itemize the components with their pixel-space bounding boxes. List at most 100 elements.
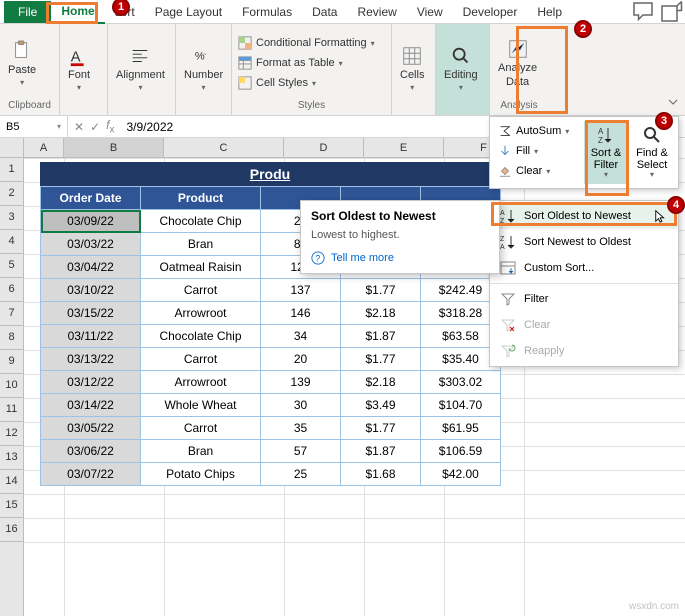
table-cell[interactable]: Carrot	[141, 417, 261, 440]
table-cell[interactable]: Carrot	[141, 279, 261, 302]
row-header-15[interactable]: 15	[0, 494, 23, 518]
share-icon[interactable]	[659, 2, 683, 22]
cells-button[interactable]: Cells▾	[396, 43, 428, 94]
format-as-table-button[interactable]: Format as Table▾	[236, 55, 377, 71]
autosum-button[interactable]: AutoSum ▾	[494, 121, 580, 141]
table-cell[interactable]: 139	[261, 371, 341, 394]
table-cell[interactable]: $1.87	[341, 440, 421, 463]
row-header-9[interactable]: 9	[0, 350, 23, 374]
tell-me-more-link[interactable]: ? Tell me more	[311, 251, 489, 265]
fill-button[interactable]: Fill ▾	[494, 141, 580, 161]
tab-home[interactable]: Home	[51, 0, 104, 24]
ribbon-collapse-icon[interactable]	[667, 96, 679, 111]
row-header-7[interactable]: 7	[0, 302, 23, 326]
tab-file[interactable]: File	[4, 1, 51, 23]
name-box[interactable]: B5▾	[0, 116, 68, 137]
table-cell[interactable]: 25	[261, 463, 341, 486]
table-cell[interactable]: 03/14/22	[41, 394, 141, 417]
table-cell[interactable]: $2.18	[341, 302, 421, 325]
table-cell[interactable]: 30	[261, 394, 341, 417]
table-cell[interactable]: Bran	[141, 440, 261, 463]
table-cell[interactable]: $1.87	[341, 325, 421, 348]
table-cell[interactable]: Chocolate Chip	[141, 325, 261, 348]
table-cell[interactable]: $61.95	[421, 417, 501, 440]
row-header-16[interactable]: 16	[0, 518, 23, 542]
table-cell[interactable]: 57	[261, 440, 341, 463]
table-cell[interactable]: 03/06/22	[41, 440, 141, 463]
table-cell[interactable]: 35	[261, 417, 341, 440]
table-cell[interactable]: 03/15/22	[41, 302, 141, 325]
table-cell[interactable]: Whole Wheat	[141, 394, 261, 417]
alignment-button[interactable]: Alignment▾	[112, 43, 169, 94]
table-cell[interactable]: 03/07/22	[41, 463, 141, 486]
table-cell[interactable]: $3.49	[341, 394, 421, 417]
table-cell[interactable]: 03/13/22	[41, 348, 141, 371]
table-cell[interactable]: Carrot	[141, 348, 261, 371]
col-header-B[interactable]: B	[64, 138, 164, 158]
select-all-corner[interactable]	[0, 138, 24, 158]
cell-styles-button[interactable]: Cell Styles▾	[236, 75, 377, 91]
filter-button[interactable]: Filter	[490, 286, 678, 312]
table-cell[interactable]: 03/11/22	[41, 325, 141, 348]
table-cell[interactable]: Bran	[141, 233, 261, 256]
table-cell[interactable]: 03/10/22	[41, 279, 141, 302]
row-header-2[interactable]: 2	[0, 182, 23, 206]
row-header-14[interactable]: 14	[0, 470, 23, 494]
tab-page-layout[interactable]: Page Layout	[145, 1, 232, 23]
table-cell[interactable]: Arrowroot	[141, 371, 261, 394]
table-cell[interactable]: $106.59	[421, 440, 501, 463]
paste-button[interactable]: Paste▾	[4, 38, 40, 89]
tab-developer[interactable]: Developer	[453, 1, 528, 23]
table-cell[interactable]: $303.02	[421, 371, 501, 394]
column-headers[interactable]: ABCDEF	[24, 138, 524, 158]
table-cell[interactable]: 137	[261, 279, 341, 302]
fx-icon[interactable]: fx	[106, 118, 114, 135]
table-cell[interactable]: 03/05/22	[41, 417, 141, 440]
col-header-D[interactable]: D	[284, 138, 364, 158]
sort-filter-button[interactable]: AZ Sort & Filter▾	[584, 121, 628, 184]
table-cell[interactable]: $42.00	[421, 463, 501, 486]
table-cell[interactable]: 03/04/22	[41, 256, 141, 279]
row-header-10[interactable]: 10	[0, 374, 23, 398]
table-header[interactable]: Product	[141, 187, 261, 210]
table-header[interactable]: Order Date	[41, 187, 141, 210]
analyze-data-button[interactable]: AnalyzeData	[494, 36, 541, 90]
row-headers[interactable]: 12345678910111213141516	[0, 138, 24, 616]
table-cell[interactable]: Chocolate Chip	[141, 210, 261, 233]
custom-sort[interactable]: Custom Sort...	[490, 255, 678, 281]
row-header-13[interactable]: 13	[0, 446, 23, 470]
table-cell[interactable]: 20	[261, 348, 341, 371]
editing-button[interactable]: Editing▾	[440, 43, 482, 94]
col-header-A[interactable]: A	[24, 138, 64, 158]
table-cell[interactable]: $1.77	[341, 417, 421, 440]
row-header-12[interactable]: 12	[0, 422, 23, 446]
row-header-11[interactable]: 11	[0, 398, 23, 422]
row-header-4[interactable]: 4	[0, 230, 23, 254]
tab-view[interactable]: View	[407, 1, 453, 23]
table-cell[interactable]: $1.77	[341, 348, 421, 371]
find-select-button[interactable]: Find & Select▾	[630, 121, 674, 184]
table-cell[interactable]: 146	[261, 302, 341, 325]
conditional-formatting-button[interactable]: Conditional Formatting▾	[236, 35, 377, 51]
tab-data[interactable]: Data	[302, 1, 347, 23]
tab-help[interactable]: Help	[527, 1, 572, 23]
font-button[interactable]: AFont▾	[64, 43, 94, 94]
table-cell[interactable]: Arrowroot	[141, 302, 261, 325]
table-cell[interactable]: 03/03/22	[41, 233, 141, 256]
table-cell[interactable]: 03/09/22	[41, 210, 141, 233]
table-cell[interactable]: Oatmeal Raisin	[141, 256, 261, 279]
table-cell[interactable]: 03/12/22	[41, 371, 141, 394]
row-header-8[interactable]: 8	[0, 326, 23, 350]
table-cell[interactable]: $104.70	[421, 394, 501, 417]
row-header-5[interactable]: 5	[0, 254, 23, 278]
row-header-6[interactable]: 6	[0, 278, 23, 302]
table-cell[interactable]: 34	[261, 325, 341, 348]
table-cell[interactable]: $1.68	[341, 463, 421, 486]
col-header-E[interactable]: E	[364, 138, 444, 158]
table-cell[interactable]: $1.77	[341, 279, 421, 302]
row-header-3[interactable]: 3	[0, 206, 23, 230]
number-button[interactable]: %,Number▾	[180, 43, 227, 94]
comments-icon[interactable]	[631, 2, 655, 22]
table-cell[interactable]: $2.18	[341, 371, 421, 394]
sort-oldest-newest[interactable]: AZ Sort Oldest to Newest	[490, 203, 678, 229]
